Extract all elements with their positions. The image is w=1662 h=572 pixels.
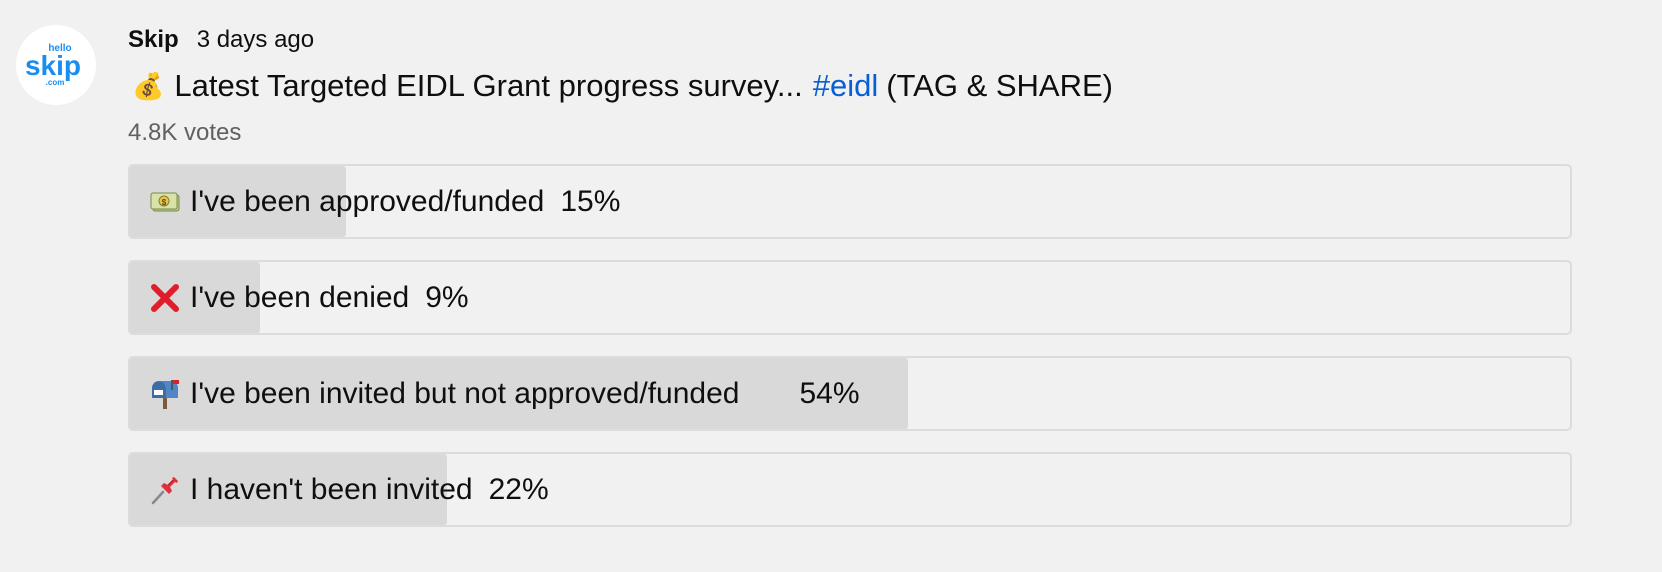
red-x-icon — [148, 281, 182, 315]
money-bill-icon: $ — [148, 185, 182, 219]
poll-option[interactable]: I haven't been invited 22% — [128, 452, 1572, 527]
post-text: 💰 Latest Targeted EIDL Grant progress su… — [128, 66, 1572, 106]
poll-option-label: I've been approved/funded — [190, 184, 545, 218]
poll-option[interactable]: I've been invited but not approved/funde… — [128, 356, 1572, 431]
post-time[interactable]: 3 days ago — [197, 26, 314, 54]
poll-option[interactable]: I've been denied 9% — [128, 260, 1572, 335]
skip-logo: hello skip .com — [25, 43, 81, 87]
poll-option-row: I haven't been invited 22% — [148, 454, 549, 525]
hashtag-link[interactable]: #eidl — [813, 66, 879, 106]
poll-option-percent: 15% — [560, 184, 621, 218]
post-text-tail: (TAG & SHARE) — [886, 68, 1113, 103]
svg-text:$: $ — [162, 198, 167, 207]
poll-option-percent: 9% — [425, 280, 469, 314]
svg-text:.com: .com — [46, 78, 65, 87]
poll-option-row: $ I've been approved/funded 15% — [148, 166, 620, 237]
pushpin-icon — [148, 473, 182, 507]
post-meta: Skip 3 days ago — [128, 26, 1572, 60]
poll-option-percent: 54% — [799, 376, 860, 410]
svg-text:skip: skip — [25, 50, 81, 81]
poll-option-label: I've been denied — [190, 280, 410, 314]
poll-option-row: I've been denied 9% — [148, 262, 469, 333]
poll-options: $ I've been approved/funded 15% I've bee… — [128, 164, 1572, 527]
author-name[interactable]: Skip — [128, 26, 179, 54]
mailbox-icon — [148, 377, 182, 411]
poll-option-label: I haven't been invited — [190, 472, 473, 506]
poll-option-row: I've been invited but not approved/funde… — [148, 358, 860, 429]
channel-avatar[interactable]: hello skip .com — [16, 25, 96, 105]
vote-count: 4.8K votes — [128, 119, 242, 146]
post-text-main: Latest Targeted EIDL Grant progress surv… — [174, 68, 803, 103]
money-bag-icon: 💰 — [132, 71, 165, 101]
poll-option-label: I've been invited but not approved/funde… — [190, 376, 740, 410]
community-post: hello skip .com Skip 3 days ago 💰 Latest… — [0, 0, 1662, 572]
poll-option-percent: 22% — [488, 472, 549, 506]
poll-option[interactable]: $ I've been approved/funded 15% — [128, 164, 1572, 239]
post-content: Skip 3 days ago 💰 Latest Targeted EIDL G… — [128, 26, 1572, 548]
